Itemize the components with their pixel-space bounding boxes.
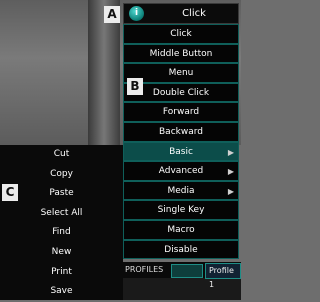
menu-item-label: Click <box>170 29 192 39</box>
menu-item-label: Disable <box>164 244 198 255</box>
action-menu: Click Middle Button Menu Double Click Fo… <box>123 24 239 260</box>
menu-item-middle-button[interactable]: Middle Button <box>123 43 239 64</box>
menu-item-advanced[interactable]: Advanced ▶ <box>123 161 239 181</box>
menu-item-label: Double Click <box>152 87 210 98</box>
submenu-item-save[interactable]: Save <box>0 282 123 302</box>
submenu-item-cut[interactable]: Cut <box>0 145 123 165</box>
menu-item-label: Middle Button <box>149 48 213 59</box>
callout-label-b: B <box>127 78 143 95</box>
menu-item-disable[interactable]: Disable <box>123 239 239 260</box>
submenu-item-select-all[interactable]: Select All <box>0 204 123 224</box>
menu-item-macro[interactable]: Macro <box>123 219 239 240</box>
callout-label-c: C <box>2 184 18 201</box>
menu-item-label: Basic <box>169 146 193 157</box>
submenu-arrow-icon: ▶ <box>227 186 234 196</box>
button-action-dropdown[interactable]: i Click <box>123 3 239 24</box>
submenu-item-paste[interactable]: Paste <box>0 184 123 204</box>
basic-submenu: Cut Copy Paste Select All Find New Print… <box>0 145 123 300</box>
profiles-label: PROFILES <box>125 265 164 274</box>
profile-slot[interactable] <box>171 264 203 278</box>
info-icon[interactable]: i <box>129 6 144 21</box>
menu-item-click[interactable]: Click <box>123 24 239 44</box>
profile-selector[interactable]: Profile 1 <box>205 263 241 289</box>
submenu-arrow-icon: ▶ <box>227 167 234 177</box>
bottom-strip <box>123 278 241 300</box>
profiles-bar: PROFILES Profile 1 <box>123 262 241 289</box>
menu-item-label: Macro <box>167 224 195 235</box>
menu-item-backward[interactable]: Backward <box>123 121 239 142</box>
submenu-item-new[interactable]: New <box>0 243 123 263</box>
menu-item-forward[interactable]: Forward <box>123 102 239 122</box>
menu-item-label: Backward <box>159 126 203 137</box>
menu-item-label: Single Key <box>157 205 205 216</box>
menu-item-single-key[interactable]: Single Key <box>123 200 239 220</box>
dropdown-selected-value: Click <box>182 8 206 19</box>
submenu-item-print[interactable]: Print <box>0 263 123 283</box>
menu-item-label: Menu <box>168 68 194 79</box>
submenu-item-copy[interactable]: Copy <box>0 165 123 185</box>
menu-item-basic[interactable]: Basic ▶ <box>123 141 239 162</box>
menu-item-label: Forward <box>162 107 200 118</box>
submenu-item-find[interactable]: Find <box>0 223 123 243</box>
submenu-arrow-icon: ▶ <box>227 147 234 157</box>
menu-item-media[interactable]: Media ▶ <box>123 180 239 201</box>
menu-item-label: Advanced <box>158 166 204 177</box>
menu-item-label: Media <box>167 185 195 196</box>
callout-label-a: A <box>104 6 120 23</box>
